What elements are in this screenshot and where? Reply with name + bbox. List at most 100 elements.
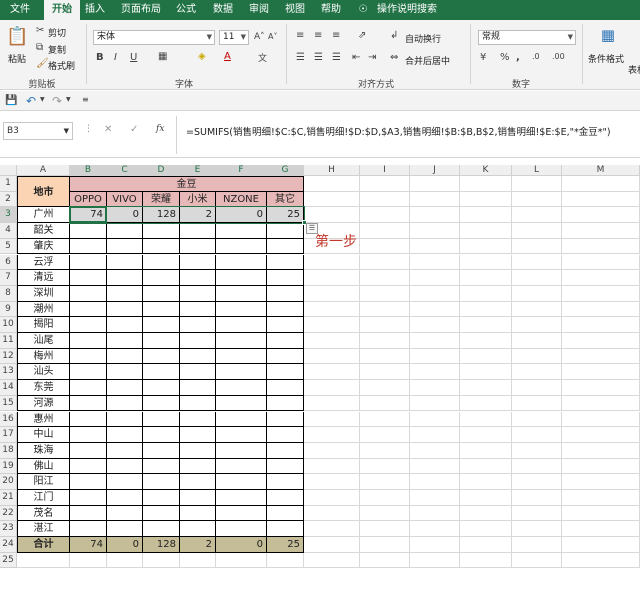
city-cell[interactable]: 东莞 <box>17 380 70 396</box>
data-cell[interactable] <box>267 474 304 490</box>
data-cell[interactable] <box>143 490 180 506</box>
data-cell[interactable]: 0 <box>107 207 143 224</box>
data-cell[interactable] <box>267 333 304 349</box>
data-cell[interactable] <box>267 254 304 271</box>
city-cell[interactable]: 湛江 <box>17 521 70 538</box>
data-cell[interactable] <box>216 490 267 506</box>
data-cell[interactable] <box>143 427 180 443</box>
grid-cell[interactable] <box>360 505 410 522</box>
grid-cell[interactable] <box>562 505 640 522</box>
brand-header[interactable]: 小米 <box>180 191 216 208</box>
grid-cell[interactable] <box>304 333 360 349</box>
grid-cell[interactable] <box>410 521 460 538</box>
grid-cell[interactable] <box>460 490 512 506</box>
grid-cell[interactable] <box>410 395 460 412</box>
data-cell[interactable] <box>70 442 107 459</box>
grid-cell[interactable] <box>360 223 410 239</box>
data-cell[interactable] <box>180 490 216 506</box>
data-cell[interactable] <box>180 364 216 381</box>
grid-cell[interactable] <box>460 552 512 569</box>
data-cell[interactable] <box>107 238 143 255</box>
row-header-12[interactable]: 12 <box>0 348 17 365</box>
column-header-J[interactable]: J <box>410 165 460 176</box>
row-header-25[interactable]: 25 <box>0 552 17 569</box>
data-cell[interactable] <box>143 474 180 490</box>
row-header-13[interactable]: 13 <box>0 364 17 381</box>
data-cell[interactable] <box>180 458 216 475</box>
grid-cell[interactable] <box>512 191 562 208</box>
group-header[interactable]: 金豆 <box>70 176 304 192</box>
column-header-F[interactable]: F <box>216 165 267 176</box>
row-header-21[interactable]: 21 <box>0 490 17 506</box>
data-cell[interactable] <box>70 238 107 255</box>
data-cell[interactable] <box>143 380 180 396</box>
grid-cell[interactable] <box>410 301 460 318</box>
data-cell[interactable] <box>70 474 107 490</box>
data-cell[interactable] <box>180 427 216 443</box>
data-cell[interactable] <box>180 521 216 538</box>
data-cell[interactable]: 74 <box>70 207 107 224</box>
total-value[interactable]: 0 <box>107 537 143 553</box>
grid-cell[interactable] <box>304 380 360 396</box>
data-cell[interactable] <box>216 364 267 381</box>
row-header-11[interactable]: 11 <box>0 333 17 349</box>
grid-cell[interactable] <box>216 552 267 569</box>
data-cell[interactable] <box>107 442 143 459</box>
grid-cell[interactable] <box>562 442 640 459</box>
grid-cell[interactable] <box>460 364 512 381</box>
grid-cell[interactable] <box>562 458 640 475</box>
data-cell[interactable] <box>70 223 107 239</box>
grid-cell[interactable] <box>512 207 562 224</box>
grid-cell[interactable] <box>410 348 460 365</box>
select-all-corner[interactable] <box>0 165 17 176</box>
data-cell[interactable] <box>143 521 180 538</box>
data-cell[interactable] <box>267 521 304 538</box>
grid-cell[interactable] <box>460 380 512 396</box>
grid-cell[interactable] <box>562 207 640 224</box>
grid-cell[interactable] <box>360 537 410 553</box>
grid-cell[interactable] <box>304 505 360 522</box>
grid-cell[interactable] <box>512 395 562 412</box>
data-cell[interactable] <box>143 317 180 333</box>
data-cell[interactable] <box>70 427 107 443</box>
brand-header[interactable]: OPPO <box>70 191 107 208</box>
data-cell[interactable] <box>107 458 143 475</box>
total-value[interactable]: 74 <box>70 537 107 553</box>
data-cell[interactable] <box>267 270 304 286</box>
grid-cell[interactable] <box>562 552 640 569</box>
grid-cell[interactable] <box>460 348 512 365</box>
row-header-6[interactable]: 6 <box>0 254 17 271</box>
data-cell[interactable] <box>107 254 143 271</box>
grid-cell[interactable] <box>304 490 360 506</box>
data-cell[interactable] <box>180 223 216 239</box>
grid-cell[interactable] <box>304 411 360 428</box>
grid-cell[interactable] <box>410 191 460 208</box>
data-cell[interactable] <box>143 270 180 286</box>
row-header-14[interactable]: 14 <box>0 380 17 396</box>
grid-cell[interactable] <box>304 364 360 381</box>
data-cell[interactable] <box>107 333 143 349</box>
grid-cell[interactable] <box>460 223 512 239</box>
grid-cell[interactable] <box>512 223 562 239</box>
data-cell[interactable] <box>70 364 107 381</box>
data-cell[interactable] <box>216 317 267 333</box>
data-cell[interactable] <box>70 490 107 506</box>
grid-cell[interactable] <box>562 521 640 538</box>
grid-cell[interactable] <box>410 333 460 349</box>
grid-cell[interactable] <box>512 537 562 553</box>
grid-cell[interactable] <box>410 505 460 522</box>
grid-cell[interactable] <box>512 238 562 255</box>
row-header-23[interactable]: 23 <box>0 521 17 538</box>
total-value[interactable]: 128 <box>143 537 180 553</box>
grid-cell[interactable] <box>512 442 562 459</box>
grid-cell[interactable] <box>304 301 360 318</box>
grid-cell[interactable] <box>460 474 512 490</box>
grid-cell[interactable] <box>360 427 410 443</box>
total-value[interactable]: 25 <box>267 537 304 553</box>
data-cell[interactable] <box>216 223 267 239</box>
data-cell[interactable] <box>143 223 180 239</box>
grid-cell[interactable] <box>304 474 360 490</box>
grid-cell[interactable] <box>360 254 410 271</box>
data-cell[interactable] <box>107 223 143 239</box>
grid-cell[interactable] <box>512 270 562 286</box>
